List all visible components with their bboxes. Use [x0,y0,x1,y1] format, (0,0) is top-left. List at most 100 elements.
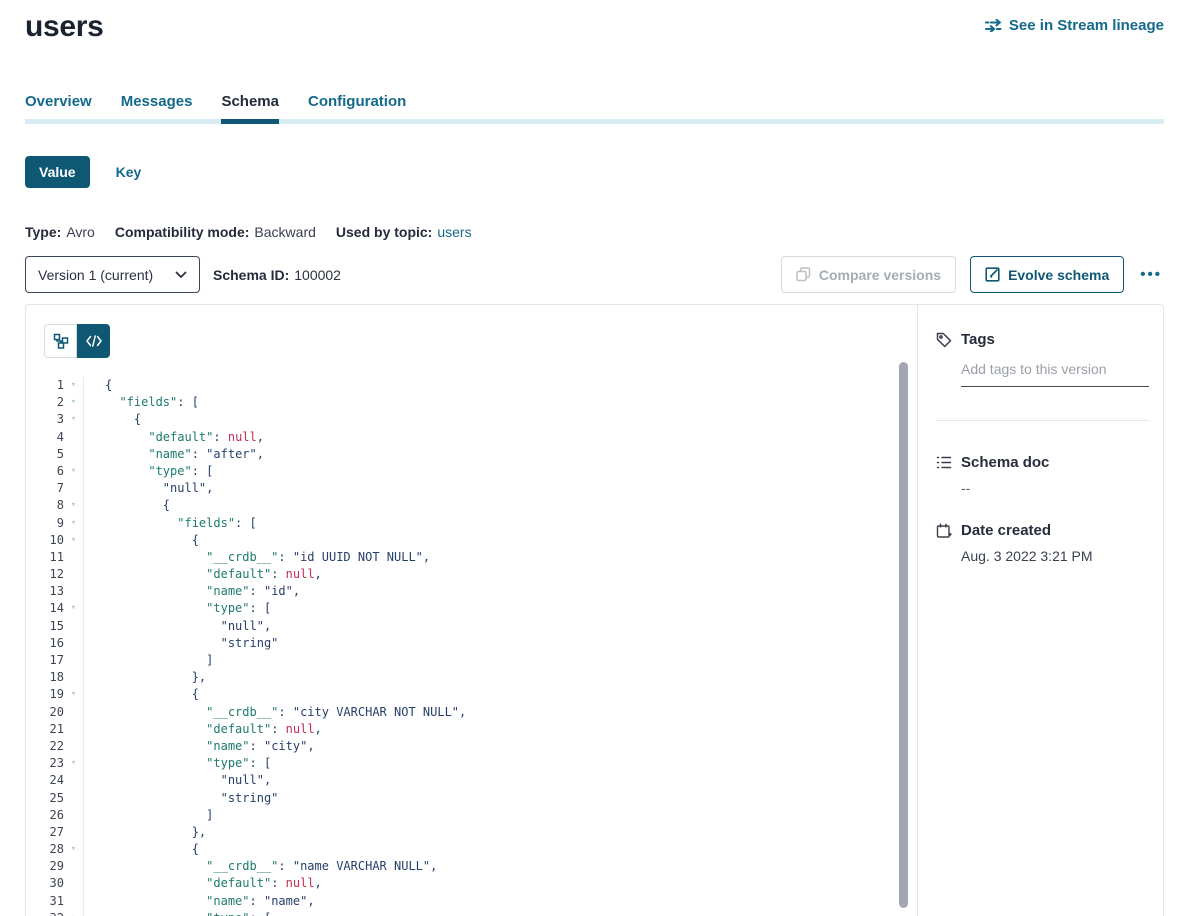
code-text: "type": [ [84,463,213,480]
line-number: 18 [26,669,64,686]
code-line: 7 "null", [26,480,917,497]
stream-lineage-link[interactable]: See in Stream lineage [985,17,1164,34]
topic-link[interactable]: users [437,224,471,240]
line-number: 26 [26,807,64,824]
code-line: 3▾ { [26,411,917,428]
topic-tabs: Overview Messages Schema Configuration [25,91,1164,113]
code-line: 11 "__crdb__": "id UUID NOT NULL", [26,549,917,566]
fold-toggle-icon[interactable]: ▾ [64,463,84,480]
editor-scrollbar-thumb[interactable] [899,362,908,908]
schema-actions: Compare versions Evolve schema ••• [781,256,1164,293]
type-label: Type: [25,224,61,240]
fold-spacer [64,549,84,566]
more-actions-button[interactable]: ••• [1138,266,1164,283]
evolve-schema-button[interactable]: Evolve schema [970,256,1124,293]
code-line: 12 "default": null, [26,566,917,583]
code-line: 25 "string" [26,790,917,807]
tree-view-button[interactable] [44,324,77,358]
editor-view-toggle [44,324,110,358]
line-number: 4 [26,429,64,446]
fold-toggle-icon[interactable]: ▾ [64,755,84,772]
line-number: 1 [26,377,64,394]
schema-id: Schema ID:100002 [213,267,341,283]
fold-toggle-icon[interactable]: ▾ [64,910,84,916]
code-line: 27 }, [26,824,917,841]
code-line: 21 "default": null, [26,721,917,738]
list-icon [936,455,952,470]
line-number: 27 [26,824,64,841]
code-text: "__crdb__": "id UUID NOT NULL", [84,549,430,566]
fold-toggle-icon[interactable]: ▾ [64,686,84,703]
line-number: 6 [26,463,64,480]
fold-spacer [64,858,84,875]
code-text: "null", [84,480,213,497]
code-text: "default": null, [84,721,322,738]
fold-toggle-icon[interactable]: ▾ [64,394,84,411]
date-created-title: Date created [961,522,1051,539]
fold-spacer [64,583,84,600]
line-number: 24 [26,772,64,789]
line-number: 32 [26,910,64,916]
code-text: "default": null, [84,875,322,892]
code-line: 1▾{ [26,377,917,394]
fold-toggle-icon[interactable]: ▾ [64,411,84,428]
tags-title: Tags [961,331,995,348]
fold-toggle-icon[interactable]: ▾ [64,515,84,532]
tab-schema[interactable]: Schema [221,91,279,113]
line-number: 31 [26,893,64,910]
code-text: }, [84,824,206,841]
compare-versions-button[interactable]: Compare versions [781,256,956,293]
calendar-plus-icon [936,523,952,539]
code-text: "null", [84,618,271,635]
fold-toggle-icon[interactable]: ▾ [64,841,84,858]
date-created-section: Date created Aug. 3 2022 3:21 PM [936,522,1149,564]
fold-spacer [64,635,84,652]
version-select[interactable]: Version 1 (current) [25,256,200,293]
line-number: 3 [26,411,64,428]
line-number: 21 [26,721,64,738]
schema-id-label: Schema ID: [213,267,289,283]
line-number: 28 [26,841,64,858]
code-text: "name": "id", [84,583,300,600]
line-number: 12 [26,566,64,583]
code-text: { [84,377,112,394]
schema-doc-header: Schema doc [936,454,1149,471]
fold-toggle-icon[interactable]: ▾ [64,497,84,514]
date-created-header: Date created [936,522,1149,539]
code-line: 9▾ "fields": [ [26,515,917,532]
code-text: "null", [84,772,271,789]
date-created-value: Aug. 3 2022 3:21 PM [961,548,1149,564]
tab-overview[interactable]: Overview [25,91,92,113]
fold-spacer [64,893,84,910]
line-number: 10 [26,532,64,549]
key-toggle-button[interactable]: Key [116,164,142,180]
schema-doc-section: Schema doc -- [936,454,1149,496]
tab-messages[interactable]: Messages [121,91,193,113]
page-title: users [25,10,104,44]
code-text: { [84,411,141,428]
line-number: 30 [26,875,64,892]
code-text: "type": [ [84,755,271,772]
tab-configuration[interactable]: Configuration [308,91,406,113]
fold-toggle-icon[interactable]: ▾ [64,600,84,617]
code-view-button[interactable] [77,324,110,358]
code-text: { [84,497,170,514]
type-pair: Type: Avro [25,224,95,240]
line-number: 2 [26,394,64,411]
fold-toggle-icon[interactable]: ▾ [64,532,84,549]
code-line: 18 }, [26,669,917,686]
schema-meta-row: Type:Avro Compatibility mode:Backward Us… [25,224,1164,240]
stream-lineage-label: See in Stream lineage [1009,17,1164,34]
code-line: 5 "name": "after", [26,446,917,463]
stream-lineage-icon [985,19,1002,32]
type-value: Avro [66,224,95,240]
value-toggle-button[interactable]: Value [25,156,90,188]
fold-toggle-icon[interactable]: ▾ [64,377,84,394]
line-number: 15 [26,618,64,635]
add-tags-input[interactable] [961,361,1149,387]
code-text: "__crdb__": "name VARCHAR NULL", [84,858,437,875]
edit-icon [985,267,1000,282]
compatibility-value: Backward [254,224,315,240]
code-line: 24 "null", [26,772,917,789]
code-line: 2▾ "fields": [ [26,394,917,411]
